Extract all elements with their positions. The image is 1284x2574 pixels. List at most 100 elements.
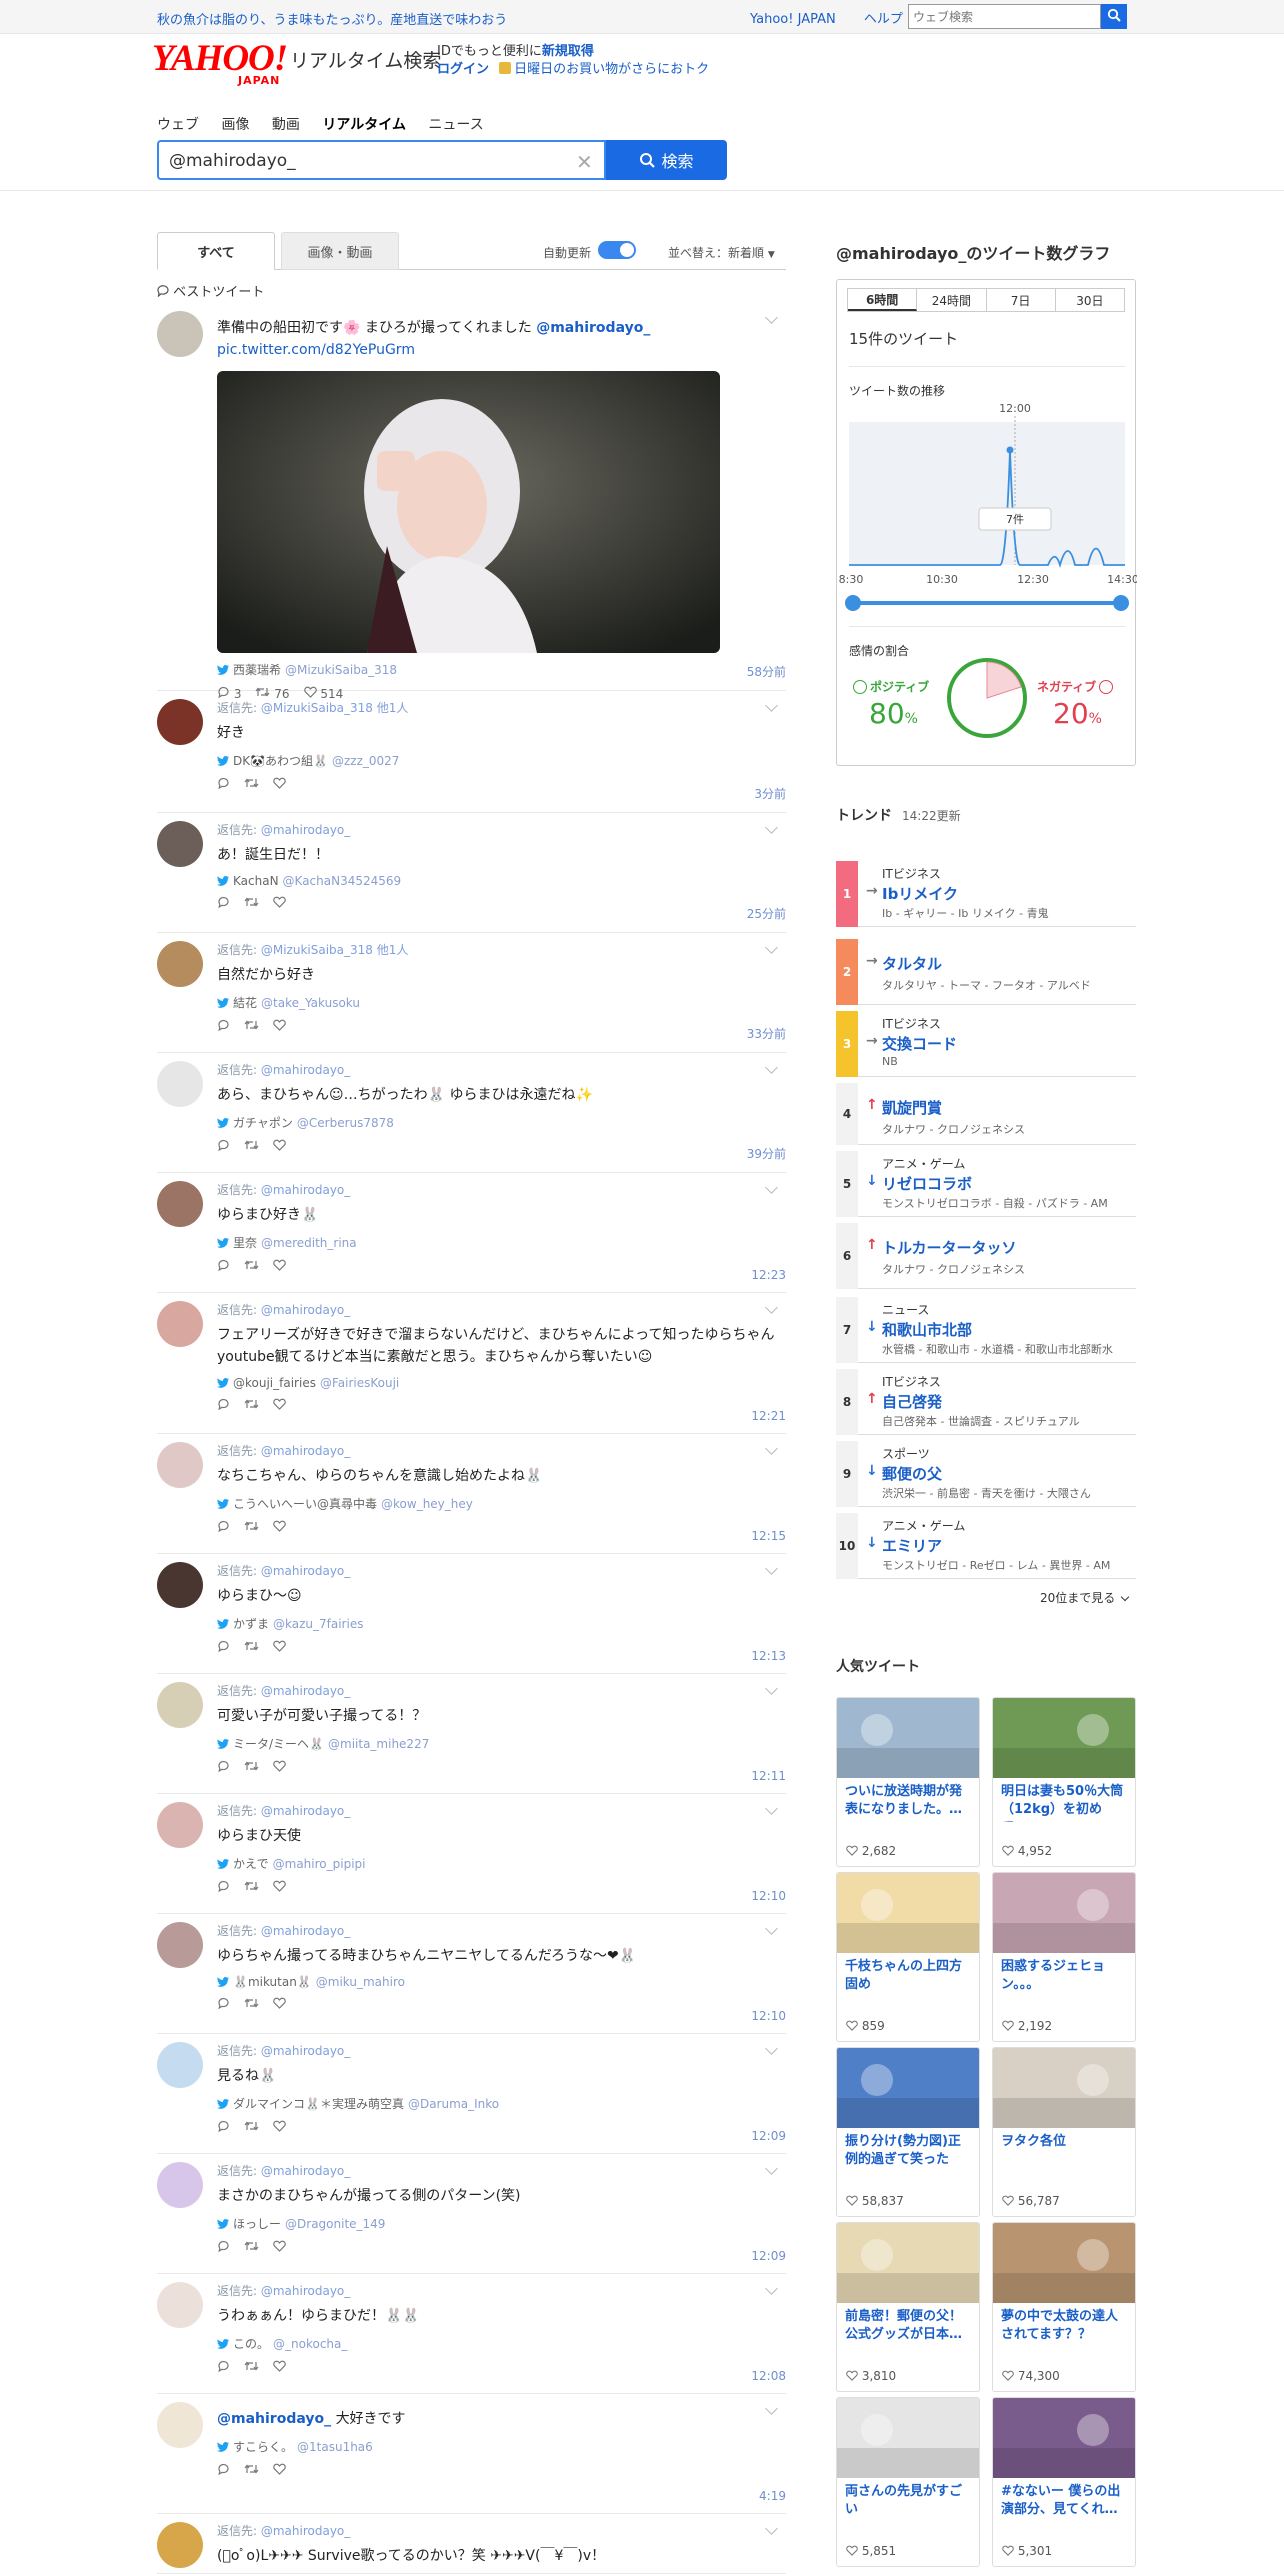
- popular-tweet-card[interactable]: 両さんの先見がすごい 5,851: [836, 2397, 980, 2567]
- tweet-time[interactable]: 39分前: [747, 1145, 786, 1162]
- like-button[interactable]: [273, 2240, 286, 2255]
- trend-name[interactable]: 交換コード: [882, 1033, 957, 1054]
- reply-to-link[interactable]: @MizukiSaiba_318 他1人: [261, 701, 409, 715]
- realtime-search-input[interactable]: @mahirodayo_: [157, 140, 606, 180]
- tweet[interactable]: 返信先: @MizukiSaiba_318 他1人 自然だから好き 結花 @take…: [157, 933, 786, 1053]
- reply-to-link[interactable]: @mahirodayo_: [261, 823, 350, 837]
- tweet-author[interactable]: ダルマインコ🐰＊実理み萌空真 @Daruma_Inko: [217, 2095, 786, 2112]
- nav-realtime[interactable]: リアルタイム: [322, 117, 406, 133]
- like-button[interactable]: [273, 1880, 286, 1895]
- tweet-time[interactable]: 33分前: [747, 1025, 786, 1042]
- like-button[interactable]: [273, 777, 286, 792]
- avatar[interactable]: [157, 1181, 203, 1227]
- avatar[interactable]: [157, 2282, 203, 2328]
- tweet-time[interactable]: 12:09: [751, 2129, 786, 2143]
- reply-button[interactable]: [217, 1760, 230, 1775]
- tweet-author[interactable]: かずま @kazu_7fairies: [217, 1615, 786, 1632]
- reply-to-link[interactable]: @mahirodayo_: [261, 2164, 350, 2178]
- reply-to-link[interactable]: @mahirodayo_: [261, 1444, 350, 1458]
- yahoo-japan-link[interactable]: Yahoo! JAPAN: [750, 12, 836, 27]
- like-button[interactable]: [273, 2360, 286, 2375]
- reply-button[interactable]: [217, 1997, 230, 2012]
- reply-button[interactable]: [217, 2360, 230, 2375]
- avatar[interactable]: [157, 1682, 203, 1728]
- reply-to-link[interactable]: @mahirodayo_: [261, 2284, 350, 2298]
- tweet[interactable]: 返信先: @mahirodayo_ フェアリーズが好きで好きで溜まらないんだけど、…: [157, 1293, 786, 1434]
- tweet-author[interactable]: DK🐼あわつ組🐰 @zzz_0027: [217, 752, 786, 769]
- reply-to-link[interactable]: @mahirodayo_: [261, 1564, 350, 1578]
- search-button[interactable]: 検索: [606, 140, 727, 180]
- nav-web[interactable]: ウェブ: [157, 117, 199, 133]
- trend-name[interactable]: リゼロコラボ: [882, 1173, 972, 1194]
- mention-link[interactable]: @mahirodayo_: [217, 2411, 331, 2427]
- tweet-time[interactable]: 12:21: [751, 1409, 786, 1423]
- popular-tweet-card[interactable]: 振り分け(勢力図)正例的過ぎて笑った 58,837: [836, 2047, 980, 2217]
- tweet-author[interactable]: 西薬瑞希 @MizukiSaiba_318: [217, 661, 786, 678]
- trend-name[interactable]: 和歌山市北部: [882, 1319, 972, 1340]
- avatar[interactable]: [157, 1922, 203, 1968]
- avatar[interactable]: [157, 821, 203, 867]
- reply-button[interactable]: [217, 777, 230, 792]
- see-more-trends-link[interactable]: 20位まで見る: [1040, 1589, 1130, 1606]
- trend-name[interactable]: 自己啓発: [882, 1391, 942, 1412]
- sunday-promo-link[interactable]: 日曜日のお買い物がさらにおトク: [514, 62, 709, 77]
- reply-to-link[interactable]: @mahirodayo_: [261, 1063, 350, 1077]
- tweet-author[interactable]: この。 @_nokocha_: [217, 2335, 786, 2352]
- like-button[interactable]: [273, 1019, 286, 1034]
- graph-tab-6h[interactable]: 6時間: [848, 289, 918, 311]
- range-handle-end[interactable]: [1113, 595, 1129, 611]
- avatar[interactable]: [157, 1442, 203, 1488]
- avatar[interactable]: [157, 1061, 203, 1107]
- retweet-button[interactable]: [244, 1398, 259, 1413]
- reply-button[interactable]: [217, 2120, 230, 2135]
- reply-button[interactable]: [217, 2463, 230, 2478]
- popular-tweet-card[interactable]: ついに放送時期が発表になりました。… 2,682: [836, 1697, 980, 1867]
- retweet-button[interactable]: [244, 777, 259, 792]
- mention-link[interactable]: @mahirodayo_: [536, 320, 650, 336]
- tweet[interactable]: 返信先: @mahirodayo_ なちこちゃん、ゆらのちゃんを意識し始めたよね🐰…: [157, 1434, 786, 1554]
- reply-button[interactable]: [217, 896, 230, 911]
- popular-tweet-card[interactable]: 千枝ちゃんの上四方固め 859: [836, 1872, 980, 2042]
- tweet-time[interactable]: 58分前: [747, 663, 786, 680]
- retweet-button[interactable]: [244, 1520, 259, 1535]
- graph-tab-24h[interactable]: 24時間: [917, 289, 987, 311]
- retweet-button[interactable]: [244, 2360, 259, 2375]
- tweet[interactable]: 返信先: @mahirodayo_ まさかのまひちゃんが撮ってる側のパターン(笑)…: [157, 2154, 786, 2274]
- tweet-author[interactable]: かえで @mahiro_pipipi: [217, 1855, 786, 1872]
- like-button[interactable]: [273, 1139, 286, 1154]
- trend-name[interactable]: Ibリメイク: [882, 883, 958, 904]
- avatar[interactable]: [157, 941, 203, 987]
- reply-button[interactable]: [217, 1398, 230, 1413]
- tweet[interactable]: 返信先: @mahirodayo_ (ﾟoﾟo)L✈✈✈ Survive歌ってるの…: [157, 2514, 786, 2574]
- like-button[interactable]: [273, 1259, 286, 1274]
- nav-image[interactable]: 画像: [221, 117, 249, 133]
- trend-name[interactable]: タルタル: [882, 953, 942, 974]
- sort-select[interactable]: 並べ替え：新着順 ▼: [668, 244, 775, 261]
- tweet[interactable]: 返信先: @mahirodayo_ あ！誕生日だ！！ KachaN @KachaN3…: [157, 813, 786, 933]
- reply-button[interactable]: [217, 1520, 230, 1535]
- tweet-time[interactable]: 25分前: [747, 905, 786, 922]
- tweet[interactable]: 返信先: @mahirodayo_ 可愛い子が可愛い子撮ってる！？ ミータ/ミーヘ🐰…: [157, 1674, 786, 1794]
- retweet-button[interactable]: [244, 1760, 259, 1775]
- reply-button[interactable]: [217, 2240, 230, 2255]
- popular-tweet-card[interactable]: 夢の中で太鼓の達人されてます？？ 74,300: [992, 2222, 1136, 2392]
- tweet-author[interactable]: KachaN @KachaN34524569: [217, 874, 786, 888]
- reply-to-link[interactable]: @mahirodayo_: [261, 1804, 350, 1818]
- avatar[interactable]: [157, 1562, 203, 1608]
- like-button[interactable]: [273, 1520, 286, 1535]
- tweet-author[interactable]: こうへいへーい@真尋中毒 @kow_hey_hey: [217, 1495, 786, 1512]
- trend-item[interactable]: 10 アニメ・ゲーム ↓ エミリア モンストリゼロ - Reゼロ - レム - …: [836, 1513, 1136, 1579]
- tweet-photo[interactable]: [217, 371, 720, 653]
- tweet-time[interactable]: 12:09: [751, 2249, 786, 2263]
- reply-to-link[interactable]: @mahirodayo_: [261, 2524, 350, 2538]
- retweet-button[interactable]: [244, 1019, 259, 1034]
- tweet-author[interactable]: 里奈 @meredith_rina: [217, 1234, 786, 1251]
- avatar[interactable]: [157, 1802, 203, 1848]
- tweet-time[interactable]: 4:19: [759, 2489, 786, 2503]
- reply-button[interactable]: [217, 1259, 230, 1274]
- tweet[interactable]: 返信先: @mahirodayo_ うわぁぁん！ゆらまひだ！🐰🐰 この。 @_nok…: [157, 2274, 786, 2394]
- reply-button[interactable]: [217, 1640, 230, 1655]
- popular-tweet-card[interactable]: 困惑するジェヒョン。。。 2,192: [992, 1872, 1136, 2042]
- retweet-button[interactable]: [244, 1640, 259, 1655]
- avatar[interactable]: [157, 311, 203, 357]
